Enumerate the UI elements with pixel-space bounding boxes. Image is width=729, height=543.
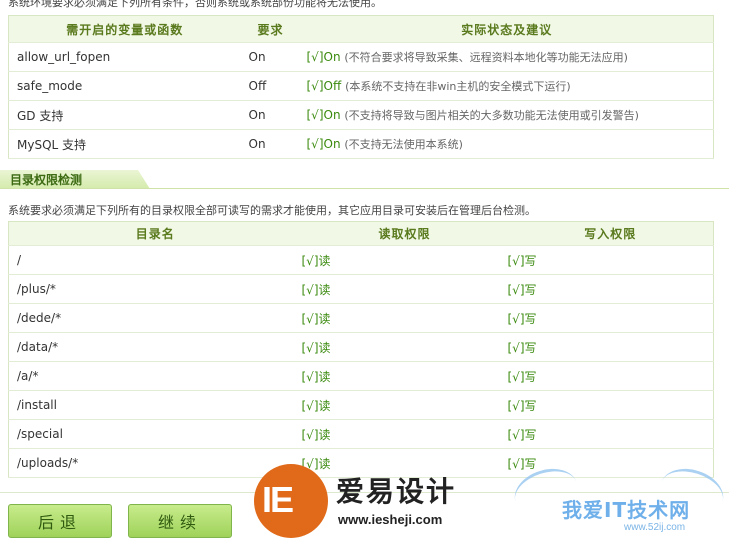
section-divider [0,188,729,189]
directory-name: /install [8,390,302,420]
read-permission: [√]读 [301,361,508,391]
continue-button[interactable]: 继续 [128,504,232,538]
column-header-requirement: 要求 [240,15,301,43]
iesheji-watermark: IE 爱易设计 www.iesheji.com [254,464,484,538]
status-note: (不符合要求将导致采集、远程资料本地化等功能无法应用) [344,51,628,64]
requirements-note: 系统环境要求必须满足下列所有条件，否则系统或系统部份功能将无法使用。 [8,0,382,9]
table-row: allow_url_fopen On [√]On (不符合要求将导致采集、远程资… [8,42,714,72]
status-value: [√]On [306,137,341,151]
variable-name: safe_mode [8,71,241,101]
column-header-directory: 目录名 [8,221,302,246]
directory-permission-table: 目录名 读取权限 写入权限 / [√]读 [√]写 /plus/* [√]读 [√]写 … [8,221,714,478]
requirement-value: On [240,42,301,72]
write-permission: [√]写 [507,303,714,333]
directory-name: /data/* [8,332,302,362]
ie-logo-letters: IE [262,479,294,520]
status-value: [√]On [306,50,341,64]
table-row: / [√]读 [√]写 [8,245,714,275]
environment-table: 需开启的变量或函数 要求 实际状态及建议 allow_url_fopen On … [8,15,714,159]
column-header-write: 写入权限 [507,221,714,246]
back-button[interactable]: 后退 [8,504,112,538]
status-note: (不支持将导致与图片相关的大多数功能无法使用或引发警告) [344,109,639,122]
variable-name: allow_url_fopen [8,42,241,72]
read-permission: [√]读 [301,303,508,333]
write-permission: [√]写 [507,332,714,362]
column-header-variable: 需开启的变量或函数 [8,15,241,43]
table-row: MySQL 支持 On [√]On (不支持无法使用本系统) [8,129,714,159]
read-permission: [√]读 [301,332,508,362]
status-value: [√]On [306,108,341,122]
write-permission: [√]写 [507,419,714,449]
requirement-value: On [240,100,301,130]
directory-name: /a/* [8,361,302,391]
write-permission: [√]写 [507,245,714,275]
requirement-value: Off [240,71,301,101]
write-permission: [√]写 [507,361,714,391]
table-row: /install [√]读 [√]写 [8,390,714,420]
table-row: /a/* [√]读 [√]写 [8,361,714,391]
column-header-read: 读取权限 [301,221,508,246]
directory-name: /special [8,419,302,449]
directory-name: /plus/* [8,274,302,304]
watermark-url: www.iesheji.com [338,512,443,527]
read-permission: [√]读 [301,274,508,304]
variable-name: GD 支持 [8,100,241,130]
watermark2-title: 我爱IT技术网 [562,498,691,522]
52ij-watermark: 我爱IT技术网 www.52ij.com [508,461,729,540]
status-value: [√]Off [306,79,342,93]
table-row: /plus/* [√]读 [√]写 [8,274,714,304]
directory-name: / [8,245,302,275]
variable-name: MySQL 支持 [8,129,241,159]
table-row: /dede/* [√]读 [√]写 [8,303,714,333]
watermark2-url: www.52ij.com [624,522,686,533]
directory-name: /dede/* [8,303,302,333]
requirement-value: On [240,129,301,159]
column-header-status: 实际状态及建议 [300,15,714,43]
read-permission: [√]读 [301,245,508,275]
read-permission: [√]读 [301,419,508,449]
table-header-row: 需开启的变量或函数 要求 实际状态及建议 [8,15,714,43]
section-header: 目录权限检测 [0,170,729,189]
status-note: (本系统不支持在非win主机的安全模式下运行) [345,80,571,93]
status-note: (不支持无法使用本系统) [344,138,463,151]
table-row: GD 支持 On [√]On (不支持将导致与图片相关的大多数功能无法使用或引发… [8,100,714,130]
table-row: /special [√]读 [√]写 [8,419,714,449]
table-header-row: 目录名 读取权限 写入权限 [8,221,714,246]
table-row: safe_mode Off [√]Off (本系统不支持在非win主机的安全模式… [8,71,714,101]
write-permission: [√]写 [507,390,714,420]
table-row: /data/* [√]读 [√]写 [8,332,714,362]
write-permission: [√]写 [507,274,714,304]
watermark-title: 爱易设计 [336,475,457,508]
section-title: 目录权限检测 [10,173,83,187]
directory-note: 系统要求必须满足下列所有的目录权限全部可读写的需求才能使用，其它应用目录可安装后… [8,204,536,217]
read-permission: [√]读 [301,390,508,420]
